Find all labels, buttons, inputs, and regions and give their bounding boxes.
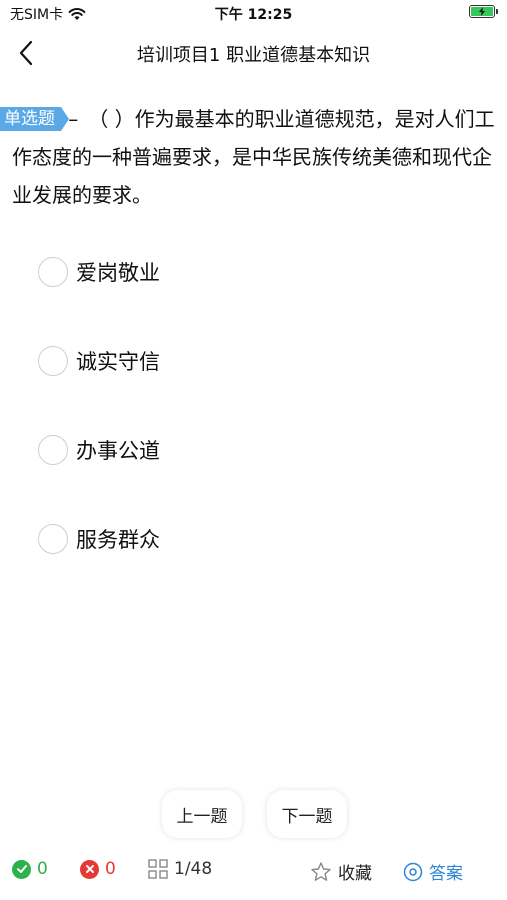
wrong-count: 0 xyxy=(80,859,116,879)
question-block: 单选题 -– （ ）作为最基本的职业道德规范，是对人们工作态度的一种普遍要求，是中… xyxy=(0,100,502,214)
option-c[interactable]: 办事公道 xyxy=(38,430,160,470)
question-text: -– （ ）作为最基本的职业道德规范，是对人们工作态度的一种普遍要求，是中华民族… xyxy=(12,107,495,207)
check-circle-icon xyxy=(12,859,31,879)
option-a[interactable]: 爱岗敬业 xyxy=(38,252,160,292)
correct-count-value: 0 xyxy=(37,859,48,879)
page-title: 培训项目1 职业道德基本知识 xyxy=(136,45,371,66)
radio-circle-icon[interactable] xyxy=(38,435,68,465)
question-type-tag: 单选题 xyxy=(0,107,69,131)
answer-button[interactable]: 答案 xyxy=(403,859,463,884)
option-label: 办事公道 xyxy=(76,439,160,463)
status-time: 下午 12:25 xyxy=(214,7,293,23)
favorite-button[interactable]: 收藏 xyxy=(310,859,372,884)
favorite-label: 收藏 xyxy=(338,864,372,884)
answer-label: 答案 xyxy=(429,864,463,884)
eye-circle-icon xyxy=(403,862,423,881)
navigation-bar: 培训项目1 职业道德基本知识 xyxy=(0,28,507,78)
grid-icon xyxy=(148,859,168,879)
radio-circle-icon[interactable] xyxy=(38,346,68,376)
question-progress[interactable]: 1/48 xyxy=(148,859,212,879)
star-icon xyxy=(311,861,331,881)
cross-circle-icon xyxy=(80,859,99,879)
bottom-toolbar: 0 0 1/48 收藏 答案 xyxy=(0,855,507,891)
radio-circle-icon[interactable] xyxy=(38,257,68,287)
option-d[interactable]: 服务群众 xyxy=(38,519,160,559)
progress-value: 1/48 xyxy=(174,859,213,879)
wrong-count-value: 0 xyxy=(105,859,116,879)
status-bar: 无SIM卡 下午 12:25 xyxy=(0,0,507,28)
battery-icon xyxy=(469,5,498,18)
option-label: 服务群众 xyxy=(76,528,160,552)
radio-circle-icon[interactable] xyxy=(38,524,68,554)
option-label: 诚实守信 xyxy=(76,350,160,374)
next-question-button[interactable]: 下一题 xyxy=(267,790,347,838)
correct-count: 0 xyxy=(12,859,48,879)
option-label: 爱岗敬业 xyxy=(76,261,160,285)
prev-question-button[interactable]: 上一题 xyxy=(162,790,242,838)
option-b[interactable]: 诚实守信 xyxy=(38,341,160,381)
